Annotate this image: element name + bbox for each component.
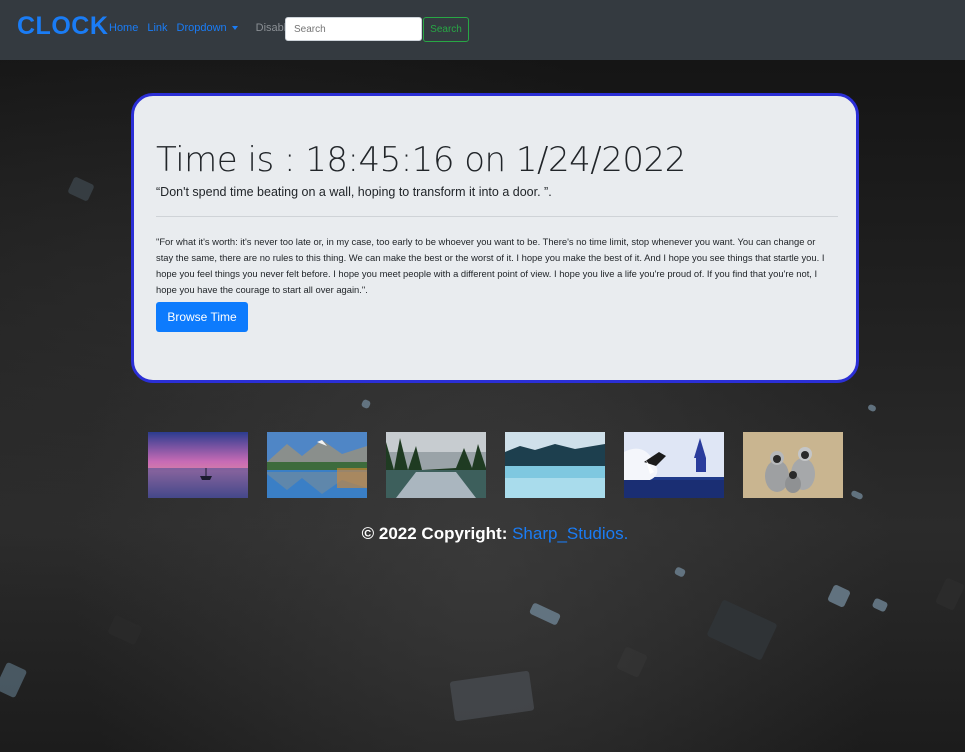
divider xyxy=(156,216,838,217)
nav-dropdown-label: Dropdown xyxy=(176,22,227,34)
navbar: CLOCK Home Link Dropdown Disabled Search xyxy=(0,0,965,60)
chevron-down-icon xyxy=(231,26,238,31)
mountain-lake-image[interactable] xyxy=(267,432,367,498)
snowy-bird-image[interactable] xyxy=(624,432,724,498)
footer: © 2022 Copyright: Sharp_Studios. xyxy=(0,524,965,544)
image-gallery xyxy=(148,432,848,498)
nav-links: Home Link Dropdown Disabled xyxy=(109,22,307,34)
time-display: Time is : 18:45:16 on 1/24/2022 xyxy=(156,140,686,180)
copyright-text: © 2022 Copyright: xyxy=(361,524,513,543)
search-button[interactable]: Search xyxy=(423,17,469,42)
long-quote: "For what it's worth: it's never too lat… xyxy=(156,236,825,295)
misty-lake-image[interactable] xyxy=(505,432,605,498)
nav-link-link[interactable]: Link xyxy=(147,22,167,34)
search-input[interactable] xyxy=(285,17,422,41)
monkeys-image[interactable] xyxy=(743,432,843,498)
nav-dropdown[interactable]: Dropdown xyxy=(177,22,247,34)
brand-logo[interactable]: CLOCK xyxy=(17,12,108,41)
sunset-lake-boat-image[interactable] xyxy=(148,432,248,498)
nav-home-link[interactable]: Home xyxy=(109,22,138,34)
browse-time-button[interactable]: Browse Time xyxy=(156,302,248,332)
time-card: Time is : 18:45:16 on 1/24/2022 “Don't s… xyxy=(131,93,859,383)
short-quote: “Don't spend time beating on a wall, hop… xyxy=(156,185,552,199)
forest-river-image[interactable] xyxy=(386,432,486,498)
sharp-studios-link[interactable]: Sharp_Studios. xyxy=(512,524,628,543)
